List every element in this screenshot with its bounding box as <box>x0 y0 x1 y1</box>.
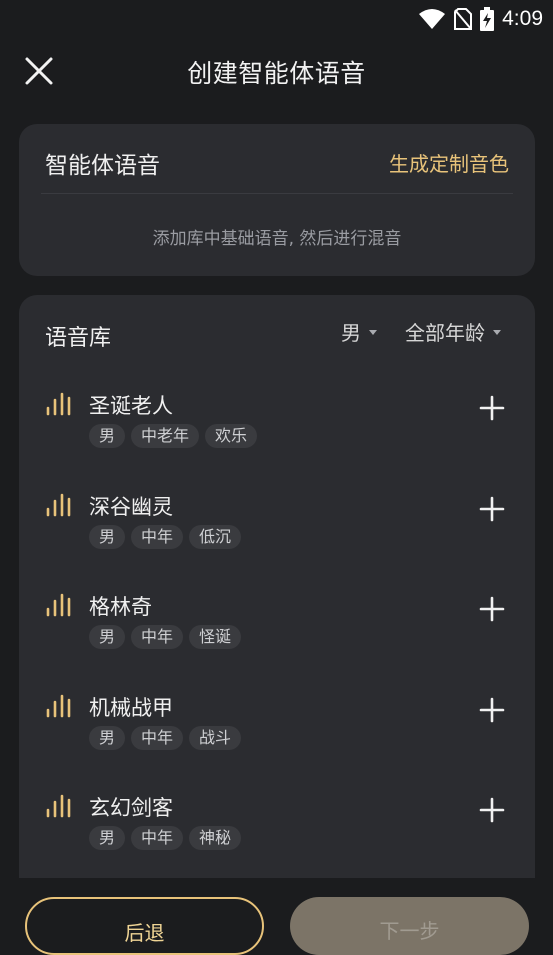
battery-charging-icon <box>480 7 495 31</box>
age-filter-dropdown[interactable]: 全部年龄 <box>405 317 501 346</box>
voice-library-card: 语音库 男 全部年龄 圣诞老人男中老年 欢乐 深谷幽灵男中年 低沉 格林奇男中年 怪诞 机械… <box>19 295 535 915</box>
audio-wave-icon[interactable] <box>46 390 76 416</box>
voice-tag: 男 <box>89 625 126 649</box>
voice-item[interactable]: 玄幻剑客男中年 神秘 <box>19 787 535 877</box>
voice-tags: 男中年 怪诞 <box>89 625 242 649</box>
add-voice-icon[interactable] <box>479 496 505 522</box>
voice-tag: 欢乐 <box>205 424 258 448</box>
voice-tag: 中年 <box>131 826 184 850</box>
voice-name: 机械战甲 <box>89 695 173 720</box>
add-voice-hint: 添加库中基础语音, 然后进行混音 <box>152 229 402 249</box>
voice-tag: 男 <box>89 524 126 549</box>
voice-tags: 男中年 战斗 <box>89 725 242 750</box>
header: 创建智能体语音 <box>0 40 553 102</box>
voice-item[interactable]: 深谷幽灵男中年 低沉 <box>19 486 535 576</box>
add-voice-icon[interactable] <box>479 596 505 622</box>
status-icons: 4:09 <box>418 6 543 32</box>
voice-tag: 低沉 <box>189 524 242 549</box>
generate-custom-voice-link[interactable]: 生成定制音色 <box>389 148 509 177</box>
voice-name: 深谷幽灵 <box>89 494 173 519</box>
voice-tag: 男 <box>89 424 126 448</box>
voice-tag: 中年 <box>131 625 184 649</box>
back-button[interactable]: 后退 <box>25 897 264 955</box>
add-voice-icon[interactable] <box>479 395 505 421</box>
status-bar: 4:09 <box>0 0 553 38</box>
caret-down-icon <box>369 330 377 335</box>
voice-item[interactable]: 格林奇男中年 怪诞 <box>19 586 535 676</box>
voice-tag: 怪诞 <box>189 625 242 649</box>
voice-tags: 男中年 神秘 <box>89 826 242 850</box>
audio-wave-icon[interactable] <box>46 491 76 517</box>
voice-tag: 男 <box>89 725 126 750</box>
voice-item[interactable]: 圣诞老人男中老年 欢乐 <box>19 385 535 475</box>
voice-library-title: 语音库 <box>45 326 112 351</box>
caret-down-icon <box>493 330 501 335</box>
add-voice-icon[interactable] <box>479 697 505 723</box>
back-button-label: 后退 <box>124 921 165 945</box>
voice-tag: 神秘 <box>189 826 242 850</box>
status-time: 4:09 <box>502 7 543 30</box>
page-title: 创建智能体语音 <box>187 59 366 88</box>
add-voice-icon[interactable] <box>479 797 505 823</box>
gender-filter-dropdown[interactable]: 男 <box>341 317 377 346</box>
voice-tag: 战斗 <box>189 725 242 750</box>
agent-voice-title: 智能体语音 <box>45 153 160 179</box>
audio-wave-icon[interactable] <box>46 792 76 818</box>
voice-tags: 男中老年 欢乐 <box>89 424 258 448</box>
voice-tag: 中老年 <box>131 424 200 448</box>
voice-tags: 男中年 低沉 <box>89 524 242 549</box>
bottom-bar: 后退 下一步 <box>0 878 553 955</box>
divider <box>41 193 513 194</box>
voice-tag: 中年 <box>131 524 184 549</box>
agent-voice-card: 智能体语音 生成定制音色 添加库中基础语音, 然后进行混音 <box>19 124 535 276</box>
voice-name: 格林奇 <box>89 595 152 619</box>
wifi-icon <box>419 9 446 29</box>
voice-tag: 中年 <box>131 725 184 750</box>
next-button[interactable]: 下一步 <box>290 897 529 955</box>
voice-name: 圣诞老人 <box>89 394 173 418</box>
voice-name: 玄幻剑客 <box>89 796 173 820</box>
voice-item[interactable]: 机械战甲男中年 战斗 <box>19 687 535 777</box>
audio-wave-icon[interactable] <box>46 692 76 718</box>
voice-tag: 男 <box>89 826 126 850</box>
no-sim-icon <box>454 8 473 30</box>
audio-wave-icon[interactable] <box>46 591 76 617</box>
next-button-label: 下一步 <box>379 919 440 943</box>
age-filter-label: 全部年龄 <box>405 321 485 345</box>
gender-filter-label: 男 <box>341 321 361 345</box>
